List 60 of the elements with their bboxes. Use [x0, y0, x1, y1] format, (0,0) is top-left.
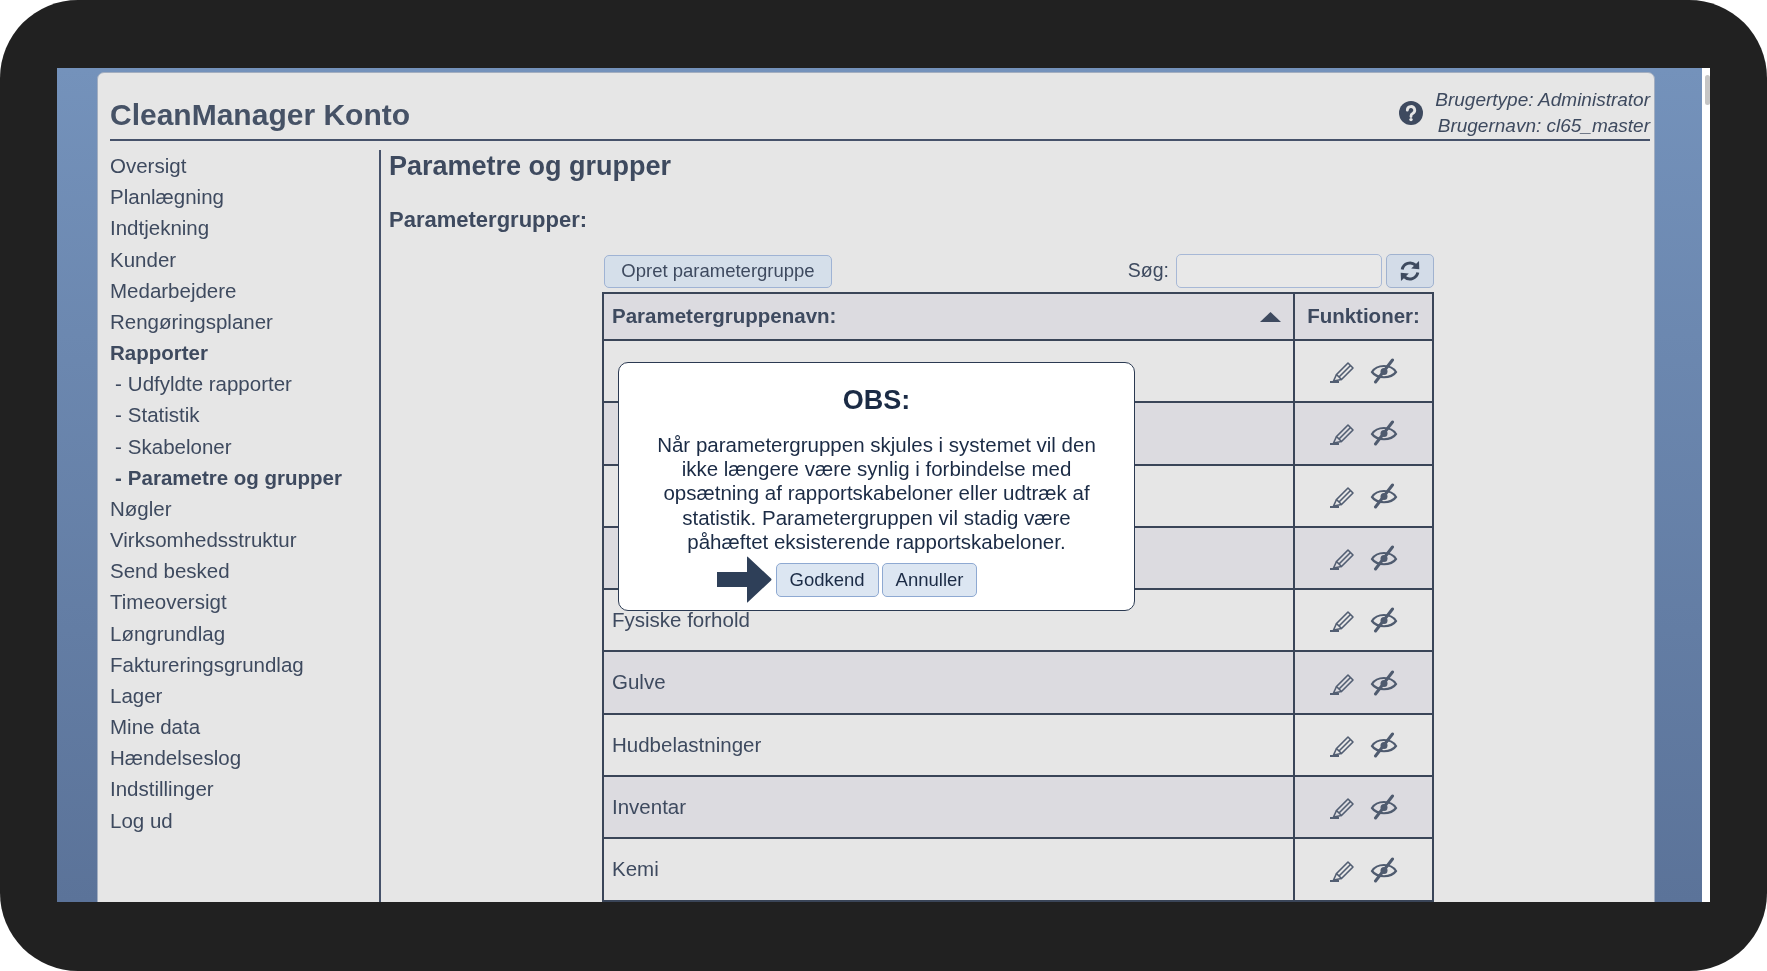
eye-slash-icon[interactable] — [1368, 731, 1399, 758]
sidebar-subitem[interactable]: - Parametre og grupper — [115, 461, 342, 493]
search-field[interactable] — [1176, 254, 1382, 288]
user-info: Brugertype: Administrator — [1435, 88, 1650, 112]
sidebar-item[interactable]: Virksomhedsstruktur — [110, 524, 297, 556]
help-icon[interactable] — [1399, 101, 1424, 125]
column-header[interactable]: Parametergruppenavn: — [612, 301, 837, 332]
sidebar-item[interactable]: Faktureringsgrundlag — [110, 648, 304, 680]
search-label: Søg: — [1127, 258, 1169, 284]
app-title: CleanManager Konto — [110, 97, 411, 132]
pencil-icon[interactable] — [1328, 359, 1357, 384]
column-header: Funktioner: — [1307, 303, 1420, 330]
sidebar-item[interactable]: Hændelseslog — [110, 742, 242, 774]
section-title: Parametergrupper: — [389, 207, 588, 233]
sidebar-subitem[interactable]: - Udfyldte rapporter — [115, 368, 292, 400]
dialog-button[interactable]: Godkend — [775, 563, 879, 597]
sidebar-item[interactable]: Mine data — [110, 711, 201, 743]
table-cell-text: Fysiske forhold — [612, 606, 750, 633]
eye-slash-icon[interactable] — [1368, 607, 1399, 634]
pencil-icon[interactable] — [1328, 421, 1357, 446]
sidebar-item[interactable]: Nøgler — [110, 492, 172, 525]
sidebar-subitem[interactable]: - Skabeloner — [115, 430, 232, 462]
sidebar-item[interactable]: Log ud — [110, 804, 173, 836]
sidebar-item[interactable]: Lager — [110, 679, 163, 712]
sidebar-item[interactable]: Timeoversigt — [110, 586, 227, 618]
eye-slash-icon[interactable] — [1368, 358, 1399, 385]
pencil-icon[interactable] — [1328, 795, 1357, 820]
dialog-title: OBS: — [842, 384, 911, 416]
dialog-message: Når parametergruppen skjules i systemet vil den ikke længere være synlig i forbindelse med opsætning af rapportskabeloner eller udtræk af statistik. Parametergruppen vil stadig være påhæftet eksisterende rapportskabeloner. — [656, 433, 1097, 554]
sidebar-item[interactable]: Indtjekning — [110, 212, 210, 244]
sidebar-item[interactable]: Rengøringsplaner — [110, 305, 273, 338]
eye-slash-icon[interactable] — [1368, 482, 1399, 509]
eye-slash-icon[interactable] — [1368, 794, 1399, 821]
pencil-icon[interactable] — [1328, 608, 1357, 633]
eye-slash-icon[interactable] — [1368, 856, 1399, 883]
scrollbar-thumb[interactable] — [1705, 75, 1710, 105]
table-cell-text: Gulve — [612, 669, 666, 696]
sidebar-item[interactable]: Send besked — [110, 555, 230, 587]
sidebar-item[interactable]: Løngrundlag — [110, 617, 226, 649]
pencil-icon[interactable] — [1328, 546, 1357, 571]
sidebar-item[interactable]: Oversigt — [110, 150, 187, 182]
eye-slash-icon[interactable] — [1368, 545, 1399, 572]
sidebar-item[interactable]: Planlægning — [110, 181, 224, 213]
table-cell-text: Inventar — [612, 793, 687, 820]
create-group-button[interactable]: Opret parametergruppe — [604, 254, 832, 288]
sidebar-item[interactable]: Rapporter — [110, 337, 208, 369]
page-title: Parametre og grupper — [389, 150, 672, 183]
table-cell-text: Kemi — [612, 856, 659, 883]
sidebar-item[interactable]: Indstillinger — [110, 773, 214, 805]
refresh-button[interactable] — [1386, 254, 1434, 288]
dialog-button[interactable]: Annuller — [881, 563, 978, 597]
eye-slash-icon[interactable] — [1368, 669, 1399, 696]
sidebar-item[interactable]: Kunder — [110, 243, 177, 275]
eye-slash-icon[interactable] — [1368, 420, 1399, 447]
sidebar-item[interactable]: Medarbejdere — [110, 274, 237, 306]
sidebar-subitem[interactable]: - Statistik — [115, 399, 200, 431]
sort-ascending-icon[interactable] — [1260, 311, 1281, 322]
user-info: Brugernavn: cl65_master — [1437, 114, 1650, 138]
refresh-icon — [1398, 259, 1422, 283]
table-cell-text: Hudbelastninger — [612, 731, 762, 758]
